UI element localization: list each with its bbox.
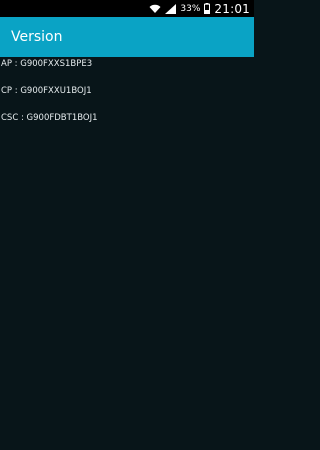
version-value: G900FXXS1BPE3 [20, 59, 93, 69]
version-row-ap: AP : G900FXXS1BPE3 [0, 57, 254, 84]
battery-percent: 33% [180, 3, 201, 14]
version-row-cp: CP : G900FXXU1BOJ1 [0, 84, 254, 111]
app-bar: Version [0, 17, 254, 57]
version-value: G900FXXU1BOJ1 [20, 86, 92, 96]
version-label: CP [1, 86, 13, 96]
wifi-icon [149, 4, 161, 14]
clock: 21:01 [214, 1, 250, 16]
page-title: Version [11, 29, 63, 45]
version-separator: : [11, 59, 21, 69]
version-value: G900FDBT1BOJ1 [26, 113, 98, 123]
version-row-csc: CSC : G900FDBT1BOJ1 [0, 111, 254, 138]
version-label: CSC [1, 113, 19, 123]
battery-icon [204, 3, 211, 14]
status-bar: 33% 21:01 [0, 0, 254, 17]
version-list: AP : G900FXXS1BPE3 CP : G900FXXU1BOJ1 CS… [0, 57, 254, 138]
version-separator: : [18, 113, 27, 123]
version-label: AP [1, 59, 12, 69]
signal-icon [165, 3, 177, 14]
